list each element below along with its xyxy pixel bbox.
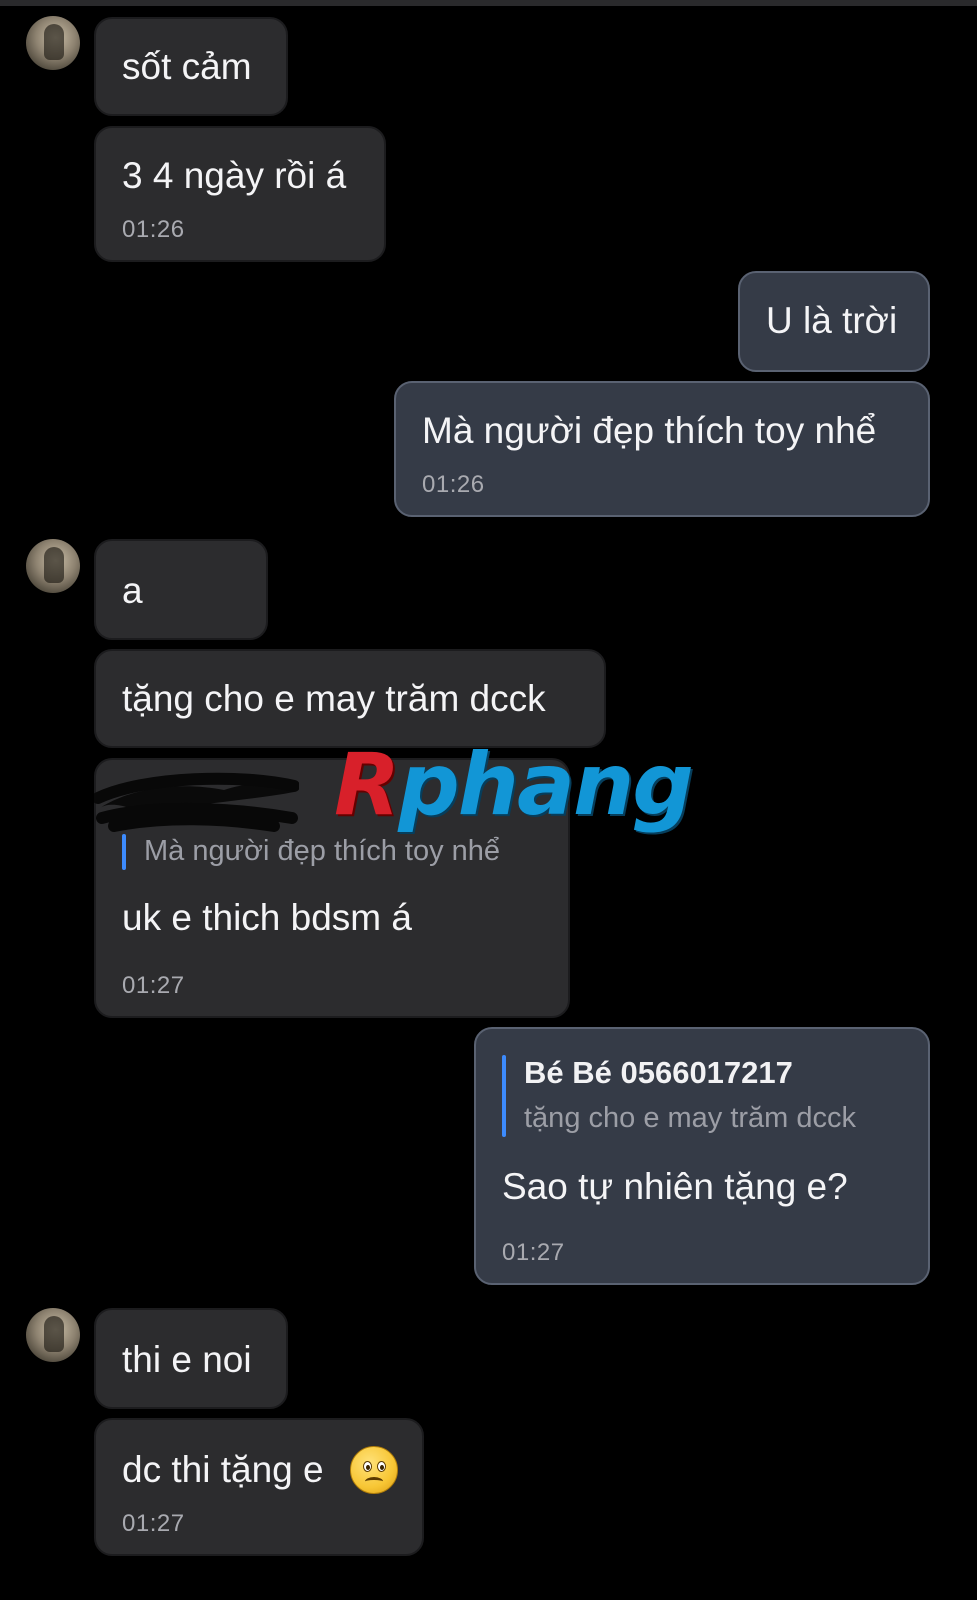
message-bubble[interactable]: Mà người đẹp thích toy nhể 01:26 [394,381,930,517]
message-bubble[interactable]: a [94,539,268,640]
message-timestamp: 01:26 [122,216,185,243]
message-text: uk e thich bdsm á [122,897,412,938]
message-text: sốt cảm [122,46,252,87]
message-text: a [122,570,143,611]
message-timestamp: 01:27 [502,1239,565,1266]
watermark-rest: phang [398,735,694,835]
reply-quote-text: Mà người đẹp thích toy nhể [144,835,501,867]
message-bubble[interactable]: 3 4 ngày rồi á 01:26 [94,126,386,262]
reply-quote-bar [122,834,126,870]
message-text: U là trời [766,300,898,341]
message-bubble[interactable]: U là trời [738,271,930,372]
reply-quote-bar [502,1055,506,1137]
message-bubble[interactable]: dc thi tặng e 01:27 [94,1418,424,1556]
message-text: tặng cho e may trăm dcck [122,678,546,719]
message-text: 3 4 ngày rồi á [122,155,347,196]
watermark-first-letter: R [334,735,400,835]
message-text: Mà người đẹp thích toy nhể [422,410,877,451]
message-text: thi e noi [122,1339,252,1380]
message-text: Sao tự nhiên tặng e? [502,1166,848,1207]
redaction-scribble [94,772,299,832]
message-bubble[interactable]: tặng cho e may trăm dcck [94,649,606,748]
frowning-face-emoji-icon [350,1446,398,1494]
message-bubble[interactable]: thi e noi [94,1308,288,1409]
message-timestamp: 01:26 [422,471,485,498]
message-bubble[interactable]: sốt cảm [94,17,288,116]
reply-quote-author: Bé Bé 0566017217 [524,1055,793,1090]
message-timestamp: 01:27 [122,1510,185,1537]
message-timestamp: 01:27 [122,972,185,999]
contact-avatar[interactable] [26,539,80,593]
contact-avatar[interactable] [26,16,80,70]
watermark-logo: Rphang [334,740,694,830]
contact-avatar[interactable] [26,1308,80,1362]
reply-message-bubble[interactable]: Bé Bé 0566017217 tặng cho e may trăm dcc… [474,1027,930,1285]
message-text: dc thi tặng e [122,1449,324,1490]
top-bar [0,0,977,6]
reply-quote-text: tặng cho e may trăm dcck [524,1102,857,1134]
